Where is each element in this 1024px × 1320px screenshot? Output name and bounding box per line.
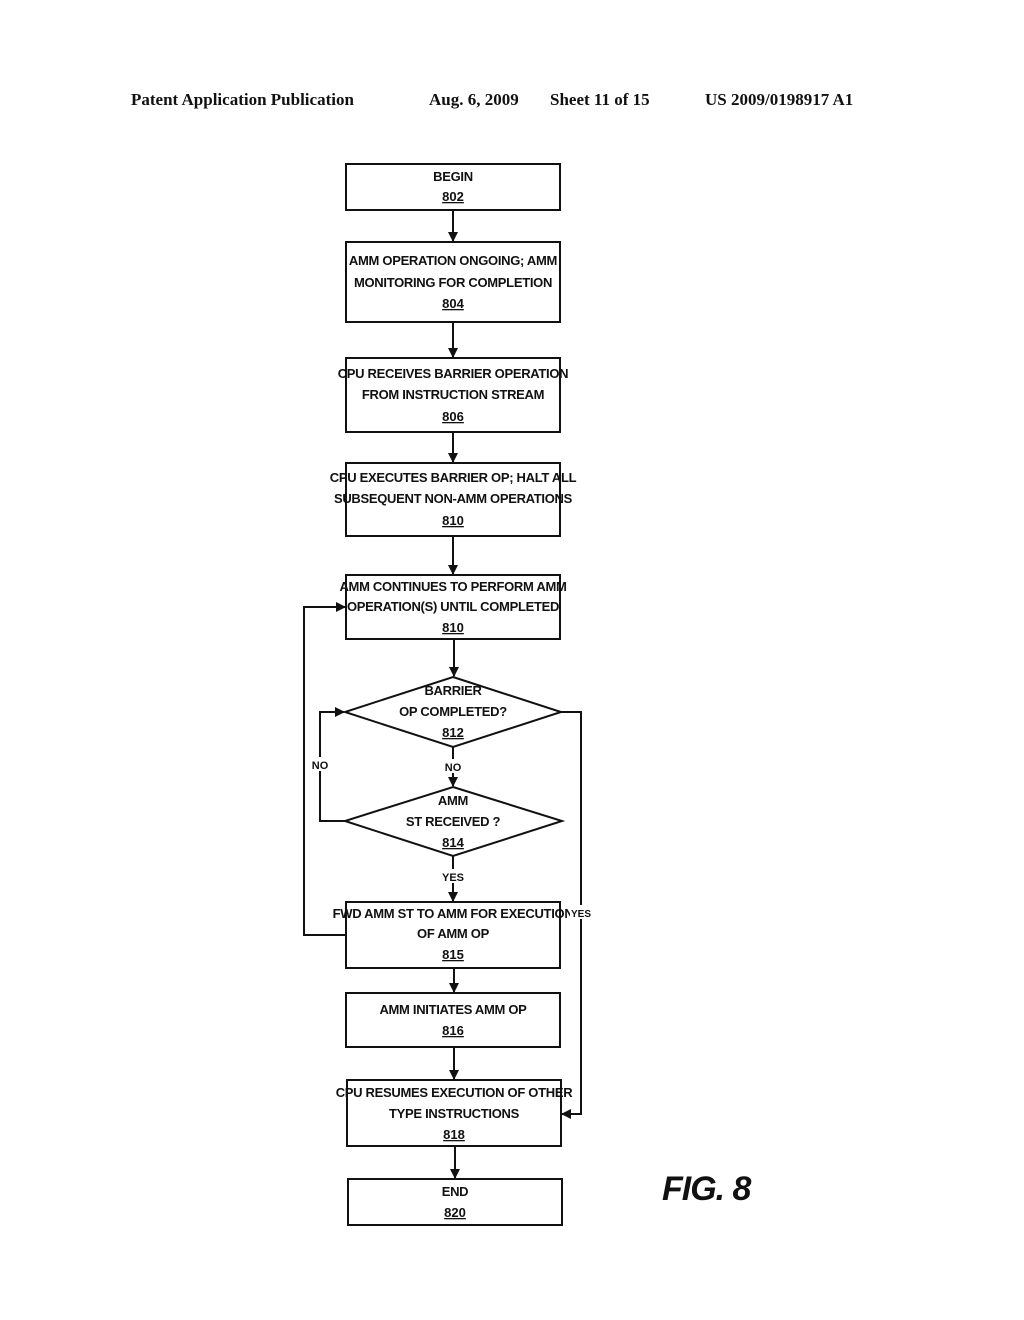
node-amm-initiates: AMM INITIATES AMM OP 816	[345, 992, 561, 1048]
node-text: END	[442, 1184, 469, 1199]
node-text: SUBSEQUENT NON-AMM OPERATIONS	[334, 491, 573, 506]
node-ref: 810	[442, 620, 464, 635]
node-text: MONITORING FOR COMPLETION	[354, 275, 552, 290]
node-ref: 802	[442, 189, 464, 204]
node-amm-continues: AMM CONTINUES TO PERFORM AMM OPERATION(S…	[339, 574, 567, 640]
flowchart: BEGIN 802 AMM OPERATION ONGOING; AMM MON…	[303, 163, 753, 1226]
node-ref: 815	[442, 947, 464, 962]
edge-label-no-loop: NO	[312, 760, 329, 772]
edge-label-yes: YES	[442, 872, 464, 884]
node-ref: 804	[442, 296, 464, 311]
node-cpu-executes-barrier: CPU EXECUTES BARRIER OP; HALT ALL SUBSEQ…	[330, 462, 577, 537]
node-text: BEGIN	[433, 169, 473, 184]
node-text: CPU RECEIVES BARRIER OPERATION	[338, 366, 569, 381]
node-ref: 818	[443, 1127, 465, 1142]
node-end: END 820	[347, 1178, 563, 1226]
edge-label-yes-right: YES	[571, 909, 591, 920]
node-text: CPU EXECUTES BARRIER OP; HALT ALL	[330, 470, 577, 485]
node-cpu-receives-barrier: CPU RECEIVES BARRIER OPERATION FROM INST…	[338, 357, 569, 433]
node-text: OPERATION(S) UNTIL COMPLETED	[347, 599, 559, 614]
node-amm-operation-ongoing: AMM OPERATION ONGOING; AMM MONITORING FO…	[345, 241, 561, 323]
node-text: ST RECEIVED ?	[406, 814, 501, 829]
node-fwd-amm-st: FWD AMM ST TO AMM FOR EXECUTION OF AMM O…	[333, 901, 574, 969]
node-text: BARRIER	[424, 683, 482, 698]
node-ref: 820	[444, 1205, 466, 1220]
node-text: AMM INITIATES AMM OP	[379, 1002, 527, 1017]
node-text: AMM OPERATION ONGOING; AMM	[349, 253, 557, 268]
node-text: OF AMM OP	[417, 926, 490, 941]
node-cpu-resumes: CPU RESUMES EXECUTION OF OTHER TYPE INST…	[336, 1079, 573, 1147]
node-text: OP COMPLETED?	[399, 704, 507, 719]
node-ref: 810	[442, 513, 464, 528]
edge-label-no: NO	[445, 762, 462, 774]
node-text: AMM	[438, 793, 468, 808]
decision-amm-st-received: AMM ST RECEIVED ? 814	[341, 785, 566, 858]
node-text: FWD AMM ST TO AMM FOR EXECUTION	[333, 906, 574, 921]
figure-label: FIG. 8	[662, 1170, 752, 1208]
node-ref: 816	[442, 1023, 464, 1038]
node-text: TYPE INSTRUCTIONS	[389, 1106, 520, 1121]
node-text: AMM CONTINUES TO PERFORM AMM	[339, 579, 566, 594]
node-ref: 814	[442, 835, 464, 850]
node-ref: 806	[442, 409, 464, 424]
node-ref: 812	[442, 725, 464, 740]
node-text: CPU RESUMES EXECUTION OF OTHER	[336, 1085, 573, 1100]
decision-barrier-op-completed: BARRIER OP COMPLETED? 812	[341, 675, 565, 749]
node-text: FROM INSTRUCTION STREAM	[362, 387, 544, 402]
node-begin: BEGIN 802	[345, 163, 561, 211]
